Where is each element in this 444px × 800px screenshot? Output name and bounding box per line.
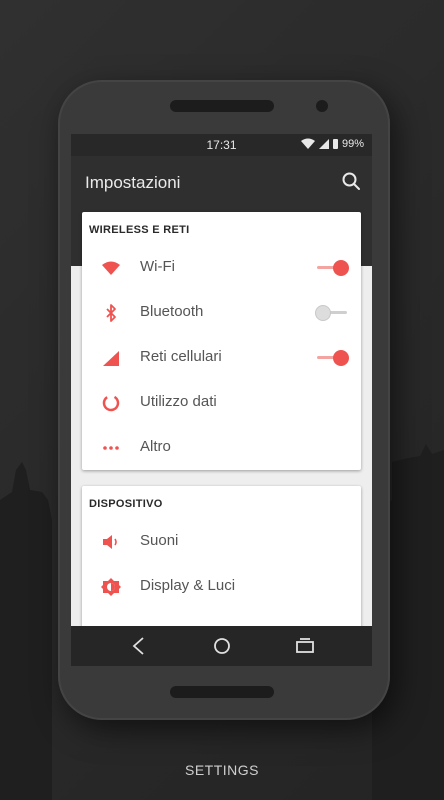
phone-camera (316, 100, 328, 112)
setting-label: Altro (140, 438, 171, 455)
brightness-icon (101, 578, 121, 596)
setting-row-wifi[interactable]: Wi-Fi (82, 245, 361, 290)
setting-label: Bluetooth (140, 303, 204, 320)
setting-label: Suoni (140, 532, 179, 549)
navigation-bar (71, 626, 372, 666)
back-icon[interactable] (129, 636, 149, 656)
home-icon[interactable] (212, 636, 232, 656)
setting-row-bluetooth[interactable]: Bluetooth (82, 290, 361, 335)
cellular-toggle[interactable] (315, 349, 349, 367)
setting-row-more[interactable]: Altro (82, 425, 361, 470)
signal-status-icon (318, 139, 329, 149)
footer-caption: SETTINGS (184, 762, 259, 778)
phone-chin-speaker (170, 686, 274, 698)
battery-percent: 99% (341, 138, 364, 150)
setting-label: Utilizzo dati (140, 393, 217, 410)
volume-icon (103, 535, 117, 549)
wifi-toggle[interactable] (315, 259, 349, 277)
setting-row-cellular[interactable]: Reti cellulari (82, 335, 361, 380)
search-icon[interactable] (340, 170, 362, 192)
setting-row-sounds[interactable]: Suoni (82, 519, 361, 564)
recents-icon[interactable] (295, 636, 315, 656)
setting-row-display[interactable]: Display & Luci (82, 564, 361, 609)
phone-screen: 17:31 99% Impostazioni WIRELESS E RETI W (71, 134, 372, 666)
phone-speaker (170, 100, 274, 112)
more-icon (103, 446, 119, 450)
battery-icon (332, 139, 338, 149)
status-icons: 99% (300, 138, 364, 150)
data-usage-icon (102, 394, 120, 412)
bluetooth-toggle[interactable] (315, 304, 349, 322)
bluetooth-icon (106, 304, 116, 322)
wifi-status-icon (300, 138, 315, 149)
page-title: Impostazioni (85, 173, 181, 192)
section-card-wireless: WIRELESS E RETI Wi-Fi Bluetooth Reti cel… (82, 212, 361, 470)
section-header: WIRELESS E RETI (89, 224, 190, 236)
status-bar: 17:31 99% (71, 134, 372, 156)
wifi-icon (102, 261, 120, 275)
app-bar: Impostazioni (71, 156, 372, 208)
section-header: DISPOSITIVO (89, 498, 163, 510)
setting-label: Wi-Fi (140, 258, 175, 275)
setting-row-data-usage[interactable]: Utilizzo dati (82, 380, 361, 425)
cellular-icon (103, 351, 119, 366)
setting-label: Reti cellulari (140, 348, 222, 365)
setting-label: Display & Luci (140, 577, 236, 594)
